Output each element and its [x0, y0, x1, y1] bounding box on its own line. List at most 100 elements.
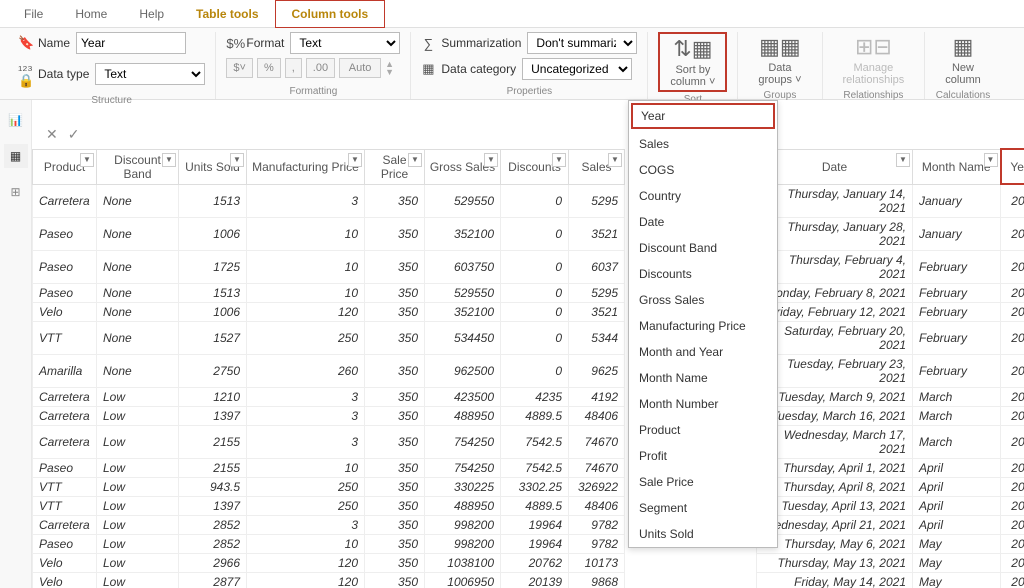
column-header[interactable]: Month Name▼ [913, 149, 1001, 184]
thousands-button[interactable]: , [285, 58, 302, 78]
sort-menu-item[interactable]: COGS [629, 157, 777, 183]
cell: 352100 [425, 217, 501, 250]
data-view-icon[interactable]: ▦ [4, 144, 28, 168]
sort-menu-item[interactable]: Discounts [629, 261, 777, 287]
table-row[interactable]: CarreteraLow28523350998200199649782Wedne… [33, 515, 1024, 534]
column-header[interactable]: Gross Sales▼ [425, 149, 501, 184]
sort-menu-item[interactable]: Year [631, 103, 775, 129]
cell: 4192 [569, 387, 625, 406]
cell: 0 [501, 302, 569, 321]
table-row[interactable]: VTTLow943.52503503302253302.25326922Thur… [33, 477, 1024, 496]
table-row[interactable]: PaseoNone17251035060375006037Thursday, F… [33, 250, 1024, 283]
cell: 10 [247, 250, 365, 283]
tab-file[interactable]: File [8, 0, 59, 28]
datatype-select[interactable]: Text [95, 63, 205, 85]
sort-menu-item[interactable]: Country [629, 183, 777, 209]
table-row[interactable]: VeloLow296612035010381002076210173Thursd… [33, 553, 1024, 572]
new-column-button[interactable]: ▦ Newcolumn [935, 32, 990, 88]
cell: 352100 [425, 302, 501, 321]
cell: April [913, 458, 1001, 477]
table-row[interactable]: CarreteraLow215533507542507542.574670Wed… [33, 425, 1024, 458]
filter-caret-icon[interactable]: ▼ [484, 153, 498, 167]
commit-icon[interactable]: ✓ [68, 126, 80, 143]
sort-menu-item[interactable]: Month Number [629, 391, 777, 417]
tab-help[interactable]: Help [123, 0, 180, 28]
manage-relationships-button[interactable]: ⊞⊟ Managerelationships [833, 32, 915, 88]
sort-menu-item[interactable]: Profit [629, 443, 777, 469]
filter-caret-icon[interactable]: ▼ [230, 153, 244, 167]
column-header[interactable]: Year▼ [1001, 149, 1024, 184]
category-icon: ▦ [421, 61, 435, 77]
tab-home[interactable]: Home [59, 0, 123, 28]
sort-menu-item[interactable]: Month Name [629, 365, 777, 391]
sort-menu-item[interactable]: Sales [629, 131, 777, 157]
table-row[interactable]: PaseoLow285210350998200199649782Thursday… [33, 534, 1024, 553]
sort-menu-item[interactable]: Discount Band [629, 235, 777, 261]
currency-button[interactable]: $ ˅ [226, 58, 253, 78]
cell: 3 [247, 425, 365, 458]
formula-action-bar: ✕ ✓ [32, 120, 93, 148]
format-select[interactable]: Text [290, 32, 400, 54]
table-row[interactable]: CarreteraLow1210335042350042354192Tuesda… [33, 387, 1024, 406]
filter-caret-icon[interactable]: ▼ [162, 153, 176, 167]
cell: Amarilla [33, 354, 97, 387]
relationships-group-label: Relationships [833, 88, 915, 101]
sort-menu-item[interactable]: Product [629, 417, 777, 443]
filter-caret-icon[interactable]: ▼ [984, 153, 998, 167]
model-view-icon[interactable]: ⊞ [4, 180, 28, 204]
filter-caret-icon[interactable]: ▼ [348, 153, 362, 167]
filter-caret-icon[interactable]: ▼ [408, 153, 422, 167]
sort-menu-item[interactable]: Month and Year [629, 339, 777, 365]
column-header[interactable]: Sale Price▼ [365, 149, 425, 184]
table-row[interactable]: AmarillaNone275026035096250009625Tuesday… [33, 354, 1024, 387]
sort-menu-item[interactable]: Date [629, 209, 777, 235]
sort-menu-item[interactable]: Segment [629, 495, 777, 521]
cell: Friday, May 14, 2021 [757, 572, 913, 588]
table-row[interactable]: VTTNone152725035053445005344Saturday, Fe… [33, 321, 1024, 354]
decimals-auto-spinner[interactable]: Auto [339, 58, 381, 78]
column-header[interactable]: Date▼ [757, 149, 913, 184]
table-row[interactable]: PaseoLow2155103507542507542.574670Thursd… [33, 458, 1024, 477]
cell: 250 [247, 321, 365, 354]
table-row[interactable]: VeloLow28771203501006950201399868Friday,… [33, 572, 1024, 588]
report-view-icon[interactable]: 📊 [4, 108, 28, 132]
cell: Low [97, 496, 179, 515]
spinner-arrows-icon[interactable]: ▲▼ [385, 60, 394, 76]
tab-column-tools[interactable]: Column tools [275, 0, 386, 28]
column-header[interactable]: Discounts▼ [501, 149, 569, 184]
filter-caret-icon[interactable]: ▼ [608, 153, 622, 167]
table-row[interactable]: PaseoNone15131035052955005295Monday, Feb… [33, 283, 1024, 302]
cancel-icon[interactable]: ✕ [46, 126, 58, 143]
cell: 4235 [501, 387, 569, 406]
datacategory-select[interactable]: Uncategorized [522, 58, 632, 80]
table-row[interactable]: VTTLow13972503504889504889.548406Tuesday… [33, 496, 1024, 515]
sort-menu-item[interactable]: Manufacturing Price [629, 313, 777, 339]
sort-menu-item[interactable]: Gross Sales [629, 287, 777, 313]
table-row[interactable]: CarreteraLow139733504889504889.548406Tue… [33, 406, 1024, 425]
cell: Tuesday, February 23, 2021 [757, 354, 913, 387]
column-header[interactable]: Sales▼ [569, 149, 625, 184]
column-name-input[interactable] [76, 32, 186, 54]
cell: 6037 [569, 250, 625, 283]
sort-by-column-button[interactable]: ⇅▦ Sort bycolumn ˅ [658, 32, 727, 92]
tab-table-tools[interactable]: Table tools [180, 0, 274, 28]
column-header[interactable]: Manufacturing Price▼ [247, 149, 365, 184]
filter-caret-icon[interactable]: ▼ [80, 153, 94, 167]
percent-button[interactable]: % [257, 58, 281, 78]
sigma-icon: ∑ [421, 36, 435, 51]
cell: None [97, 184, 179, 217]
column-header[interactable]: Units Sold▼ [179, 149, 247, 184]
table-row[interactable]: PaseoNone10061035035210003521Thursday, J… [33, 217, 1024, 250]
sort-menu-item[interactable]: Sale Price [629, 469, 777, 495]
sort-menu-item[interactable]: Units Sold [629, 521, 777, 547]
column-header[interactable]: Product▼ [33, 149, 97, 184]
cell: 998200 [425, 515, 501, 534]
table-row[interactable]: CarreteraNone1513335052955005295Thursday… [33, 184, 1024, 217]
column-header[interactable]: Discount Band▼ [97, 149, 179, 184]
summarization-select[interactable]: Don't summarize [527, 32, 637, 54]
filter-caret-icon[interactable]: ▼ [552, 153, 566, 167]
ribbon-group-relationships: ⊞⊟ Managerelationships Relationships [823, 32, 926, 99]
filter-caret-icon[interactable]: ▼ [896, 153, 910, 167]
table-row[interactable]: VeloNone100612035035210003521Friday, Feb… [33, 302, 1024, 321]
data-groups-button[interactable]: ▦▦ Datagroups ˅ [748, 32, 811, 88]
